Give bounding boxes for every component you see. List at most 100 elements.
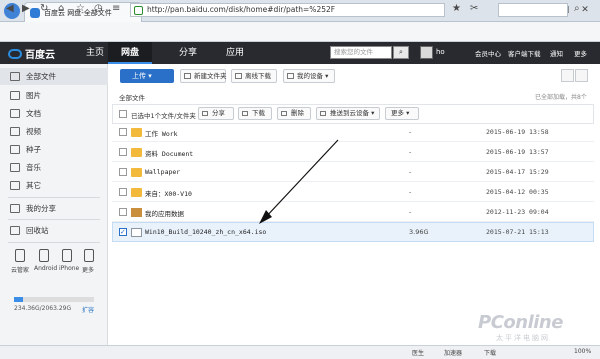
download-icon	[242, 111, 248, 116]
other-icon	[10, 181, 20, 190]
folder-icon	[131, 168, 142, 177]
select-all-checkbox[interactable]	[119, 110, 127, 118]
refresh-icon[interactable]: ↻	[40, 3, 48, 14]
upload-button[interactable]: 上传 ▾	[120, 69, 174, 83]
more-actions-button[interactable]: 更多 ▾	[385, 107, 419, 120]
push-to-device-button[interactable]: 推送到云设备 ▾	[316, 107, 380, 120]
file-name[interactable]: 我的应用数据	[145, 208, 184, 218]
storage-quota-bar	[14, 297, 94, 302]
sidebar-item-recycle-bin[interactable]: 回收站	[0, 222, 108, 239]
browser-status-bar	[0, 345, 600, 359]
android-icon[interactable]	[39, 249, 49, 262]
back-icon[interactable]: ◀	[6, 3, 14, 14]
file-size: -	[409, 168, 412, 176]
avatar[interactable]	[420, 46, 433, 59]
file-search-icon[interactable]: ⌕	[393, 46, 409, 59]
status-doctor[interactable]: 医生	[412, 348, 424, 357]
file-name[interactable]: 工作 Work	[145, 128, 178, 138]
address-bar	[0, 22, 600, 42]
selection-count: 已选中1个文件/文件夹	[131, 112, 196, 120]
sidebar-item-label: 我的分享	[26, 204, 56, 213]
notifications-link[interactable]: 通知	[550, 48, 563, 58]
app-data-folder-icon	[131, 208, 142, 217]
device-label: Android	[34, 265, 58, 272]
sidebar-item-images[interactable]: 图片	[0, 87, 108, 104]
iphone-icon[interactable]	[62, 249, 72, 262]
file-name[interactable]: Win10_Build_10240_zh_cn_x64.iso	[145, 228, 266, 236]
favorites-icon[interactable]: ☆	[76, 3, 85, 14]
url-input[interactable]: http://pan.baidu.com/disk/home#dir/path=…	[130, 3, 445, 17]
my-devices-label: 我的设备	[297, 72, 323, 80]
browser-search-input[interactable]	[498, 3, 568, 17]
folder-icon	[131, 188, 142, 197]
offline-download-button[interactable]: 离线下载	[231, 69, 277, 83]
row-checkbox[interactable]: ✓	[119, 228, 127, 236]
browser-search-icon[interactable]: ⌕	[574, 3, 580, 14]
folder-icon	[131, 128, 142, 137]
row-checkbox[interactable]	[119, 168, 127, 176]
row-checkbox[interactable]	[119, 128, 127, 136]
username[interactable]: ho	[436, 48, 445, 56]
sidebar-item-others[interactable]: 其它	[0, 177, 108, 194]
my-devices-button[interactable]: 我的设备 ▾	[283, 69, 335, 83]
sidebar-item-my-shares[interactable]: 我的分享	[0, 200, 108, 217]
client-download-link[interactable]: 客户端下载	[508, 48, 541, 58]
more-devices-icon[interactable]	[84, 249, 94, 262]
delete-button[interactable]: 删除	[277, 107, 311, 120]
brand-logo[interactable]: 百度云	[8, 46, 55, 61]
sidebar-item-torrents[interactable]: 种子	[0, 141, 108, 158]
sidebar-item-documents[interactable]: 文档	[0, 105, 108, 122]
pc-device-icon[interactable]	[15, 249, 25, 262]
close-window-button[interactable]: ✕	[578, 4, 592, 16]
nav-apps[interactable]: 应用	[220, 42, 250, 64]
cloud-logo-icon	[8, 48, 22, 59]
storage-quota-fill	[14, 297, 23, 302]
row-checkbox[interactable]	[119, 148, 127, 156]
menu-icon[interactable]: ≡	[112, 3, 120, 14]
sidebar-item-all-files[interactable]: 全部文件	[0, 68, 108, 85]
status-download[interactable]: 下载	[484, 348, 496, 357]
list-view-icon[interactable]	[561, 69, 574, 82]
download-button[interactable]: 下载	[238, 107, 272, 120]
file-date: 2015-07-21 15:13	[486, 228, 549, 236]
sidebar-divider	[8, 219, 100, 220]
sidebar-item-label: 文档	[26, 109, 41, 118]
file-search-input[interactable]: 搜索您的文件	[330, 46, 392, 59]
sidebar-item-music[interactable]: 音乐	[0, 159, 108, 176]
sidebar-item-label: 图片	[26, 91, 41, 100]
grid-view-icon[interactable]	[575, 69, 588, 82]
share-button[interactable]: 分享	[198, 107, 234, 120]
home-icon[interactable]: ⌂	[58, 3, 64, 14]
history-icon[interactable]: ◷	[94, 3, 103, 14]
nav-netdisk[interactable]: 网盘	[108, 42, 152, 64]
sidebar-item-label: 全部文件	[26, 72, 56, 81]
file-name[interactable]: 资料 Document	[145, 148, 193, 158]
nav-share[interactable]: 分享	[173, 42, 203, 64]
download-label: 下载	[252, 109, 265, 117]
bookmark-star-icon[interactable]: ★	[452, 3, 461, 14]
status-accelerator[interactable]: 加速器	[444, 348, 462, 357]
sidebar-item-videos[interactable]: 视频	[0, 123, 108, 140]
forward-icon[interactable]: ▶	[22, 3, 30, 14]
file-name[interactable]: 来自：X00-V10	[145, 188, 192, 198]
sidebar-item-label: 音乐	[26, 163, 41, 172]
file-name[interactable]: Wallpaper	[145, 168, 180, 176]
zoom-level[interactable]: 100%	[574, 348, 591, 355]
more-link[interactable]: 更多	[574, 48, 587, 58]
sidebar-item-label: 种子	[26, 145, 41, 154]
trash-icon	[10, 226, 20, 235]
nav-home[interactable]: 主页	[82, 42, 108, 64]
row-checkbox[interactable]	[119, 188, 127, 196]
new-folder-button[interactable]: 新建文件夹	[180, 69, 227, 83]
row-checkbox[interactable]	[119, 208, 127, 216]
breadcrumb[interactable]: 全部文件	[119, 92, 145, 102]
file-size: -	[409, 188, 412, 196]
cut-icon[interactable]: ✂	[470, 3, 478, 14]
expand-storage-link[interactable]: 扩容	[82, 305, 94, 314]
device-label: iPhone	[59, 265, 80, 272]
document-icon	[10, 109, 20, 118]
folder-icon	[131, 148, 142, 157]
member-center-link[interactable]: 会员中心	[475, 48, 501, 58]
file-size: 3.96G	[409, 228, 429, 236]
iso-file-icon	[131, 228, 142, 237]
